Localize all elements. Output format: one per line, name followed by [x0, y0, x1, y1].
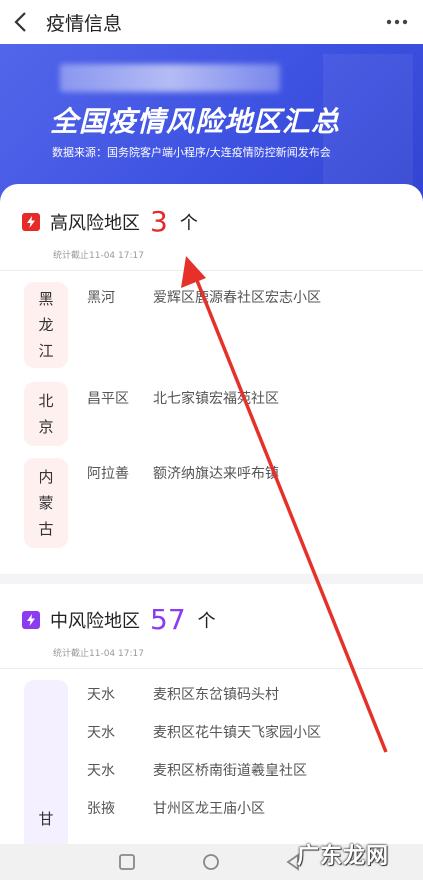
- area-name: 麦积区东岔镇码头村: [153, 687, 279, 703]
- section-separator: [0, 574, 423, 584]
- high-risk-unit: 个: [179, 213, 198, 234]
- lightning-icon: [22, 213, 40, 231]
- mid-risk-header: 中风险地区 57 个: [22, 606, 216, 634]
- high-risk-timestamp: 统计截止11-04 17:17: [53, 251, 144, 261]
- area-name: 爱辉区鹿源春社区宏志小区: [153, 290, 321, 306]
- more-button[interactable]: [379, 4, 415, 40]
- city-name: 天水: [87, 687, 115, 703]
- watermark: 广东龙网: [296, 844, 389, 869]
- back-button[interactable]: [0, 0, 40, 44]
- area-name: 甘州区龙王庙小区: [153, 801, 265, 817]
- province-badge-heilongjiang: 黑 龙 江: [24, 282, 68, 368]
- banner-source: 数据来源：国务院客户端小程序/大连疫情防控新闻发布会: [52, 146, 331, 159]
- province-badge-neimenggu: 内 蒙 古: [24, 458, 68, 548]
- high-risk-card: 高风险地区 3 个 统计截止11-04 17:17 黑 龙 江 黑河 爱辉区鹿源…: [0, 184, 423, 574]
- area-name: 麦积区花牛镇天飞家园小区: [153, 725, 321, 741]
- high-risk-label: 高风险地区: [50, 213, 140, 234]
- top-bar: 疫情信息: [0, 0, 423, 44]
- area-name: 额济纳旗达来呼布镇: [153, 466, 279, 482]
- city-name: 张掖: [87, 801, 115, 817]
- city-name: 昌平区: [87, 391, 129, 407]
- mid-risk-unit: 个: [197, 611, 216, 632]
- city-name: 天水: [87, 725, 115, 741]
- city-name: 黑河: [87, 290, 115, 306]
- home-circle-icon[interactable]: [202, 853, 220, 871]
- area-name: 北七家镇宏福苑社区: [153, 391, 279, 407]
- mid-risk-card: 中风险地区 57 个 统计截止11-04 17:17 甘 天水 麦积区东岔镇码头…: [0, 584, 423, 850]
- chevron-left-icon: [14, 12, 26, 32]
- mid-risk-label: 中风险地区: [50, 611, 140, 632]
- high-risk-count: 3: [150, 205, 168, 238]
- area-name: 麦积区桥南街道羲皇社区: [153, 763, 307, 779]
- province-badge-gansu: 甘: [24, 680, 68, 850]
- divider: [0, 668, 423, 669]
- blurred-text: [60, 64, 280, 92]
- banner-headline: 全国疫情风险地区汇总: [50, 105, 341, 138]
- high-risk-header: 高风险地区 3 个: [22, 208, 198, 236]
- square-icon[interactable]: [118, 853, 136, 871]
- divider: [0, 270, 423, 271]
- more-dots-icon: [386, 19, 408, 25]
- page-title: 疫情信息: [46, 12, 123, 35]
- city-name: 阿拉善: [87, 466, 129, 482]
- city-name: 天水: [87, 763, 115, 779]
- province-badge-beijing: 北 京: [24, 382, 68, 446]
- lightning-icon: [22, 611, 40, 629]
- mid-risk-count: 57: [150, 603, 186, 636]
- mid-risk-timestamp: 统计截止11-04 17:17: [53, 649, 144, 659]
